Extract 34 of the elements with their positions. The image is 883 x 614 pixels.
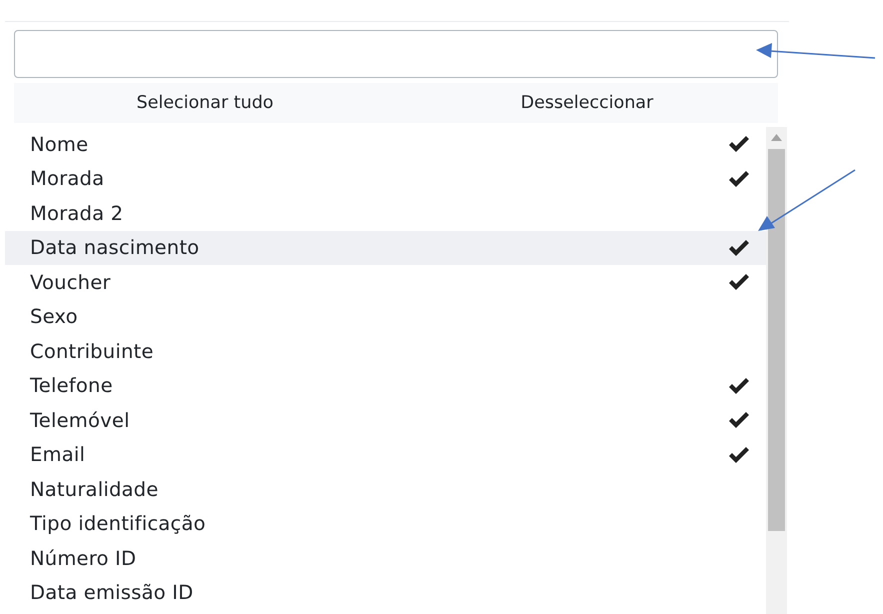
- field-label: Data emissão ID: [30, 580, 194, 606]
- field-label: Naturalidade: [30, 476, 160, 503]
- scroll-up-icon[interactable]: [771, 134, 782, 141]
- field-label: Contribuinte: [30, 338, 155, 365]
- list-row[interactable]: Nome: [5, 127, 766, 162]
- action-button[interactable]: Selecionar tudo: [14, 83, 396, 123]
- field-label: Morada 2: [30, 200, 124, 227]
- list-row[interactable]: Tipo identificação: [5, 506, 766, 541]
- field-label: Email: [30, 442, 86, 468]
- list-row[interactable]: Voucher: [5, 265, 766, 300]
- field-label: Telefone: [30, 373, 114, 400]
- field-label: Data nascimento: [30, 235, 200, 262]
- list-row[interactable]: Sexo: [5, 300, 766, 334]
- field-label: Morada: [30, 166, 106, 192]
- field-label: Nome: [30, 132, 90, 158]
- field-label: Tipo identificação: [30, 511, 207, 538]
- list-row[interactable]: Naturalidade: [5, 472, 766, 506]
- list-row[interactable]: Telefone: [5, 368, 766, 403]
- scrollbar[interactable]: [766, 127, 787, 614]
- list-row[interactable]: Contribuinte: [5, 334, 766, 368]
- list-row[interactable]: Número ID: [5, 541, 766, 576]
- list-row[interactable]: Morada: [5, 162, 766, 196]
- scrollbar-thumb[interactable]: [768, 149, 785, 531]
- field-label: Sexo: [30, 304, 79, 330]
- field-label: Telemóvel: [30, 408, 131, 434]
- list-row[interactable]: Data nascimento: [5, 230, 766, 265]
- list-row[interactable]: Data emissão ID: [5, 576, 766, 610]
- action-button[interactable]: Desseleccionar: [396, 83, 778, 123]
- field-label: Voucher: [30, 270, 112, 296]
- list-row[interactable]: Telemóvel: [5, 403, 766, 438]
- list-row[interactable]: Morada 2: [5, 196, 766, 230]
- search-field[interactable]: [14, 30, 778, 78]
- list-row[interactable]: Email: [5, 438, 766, 472]
- field-label: Número ID: [30, 546, 138, 572]
